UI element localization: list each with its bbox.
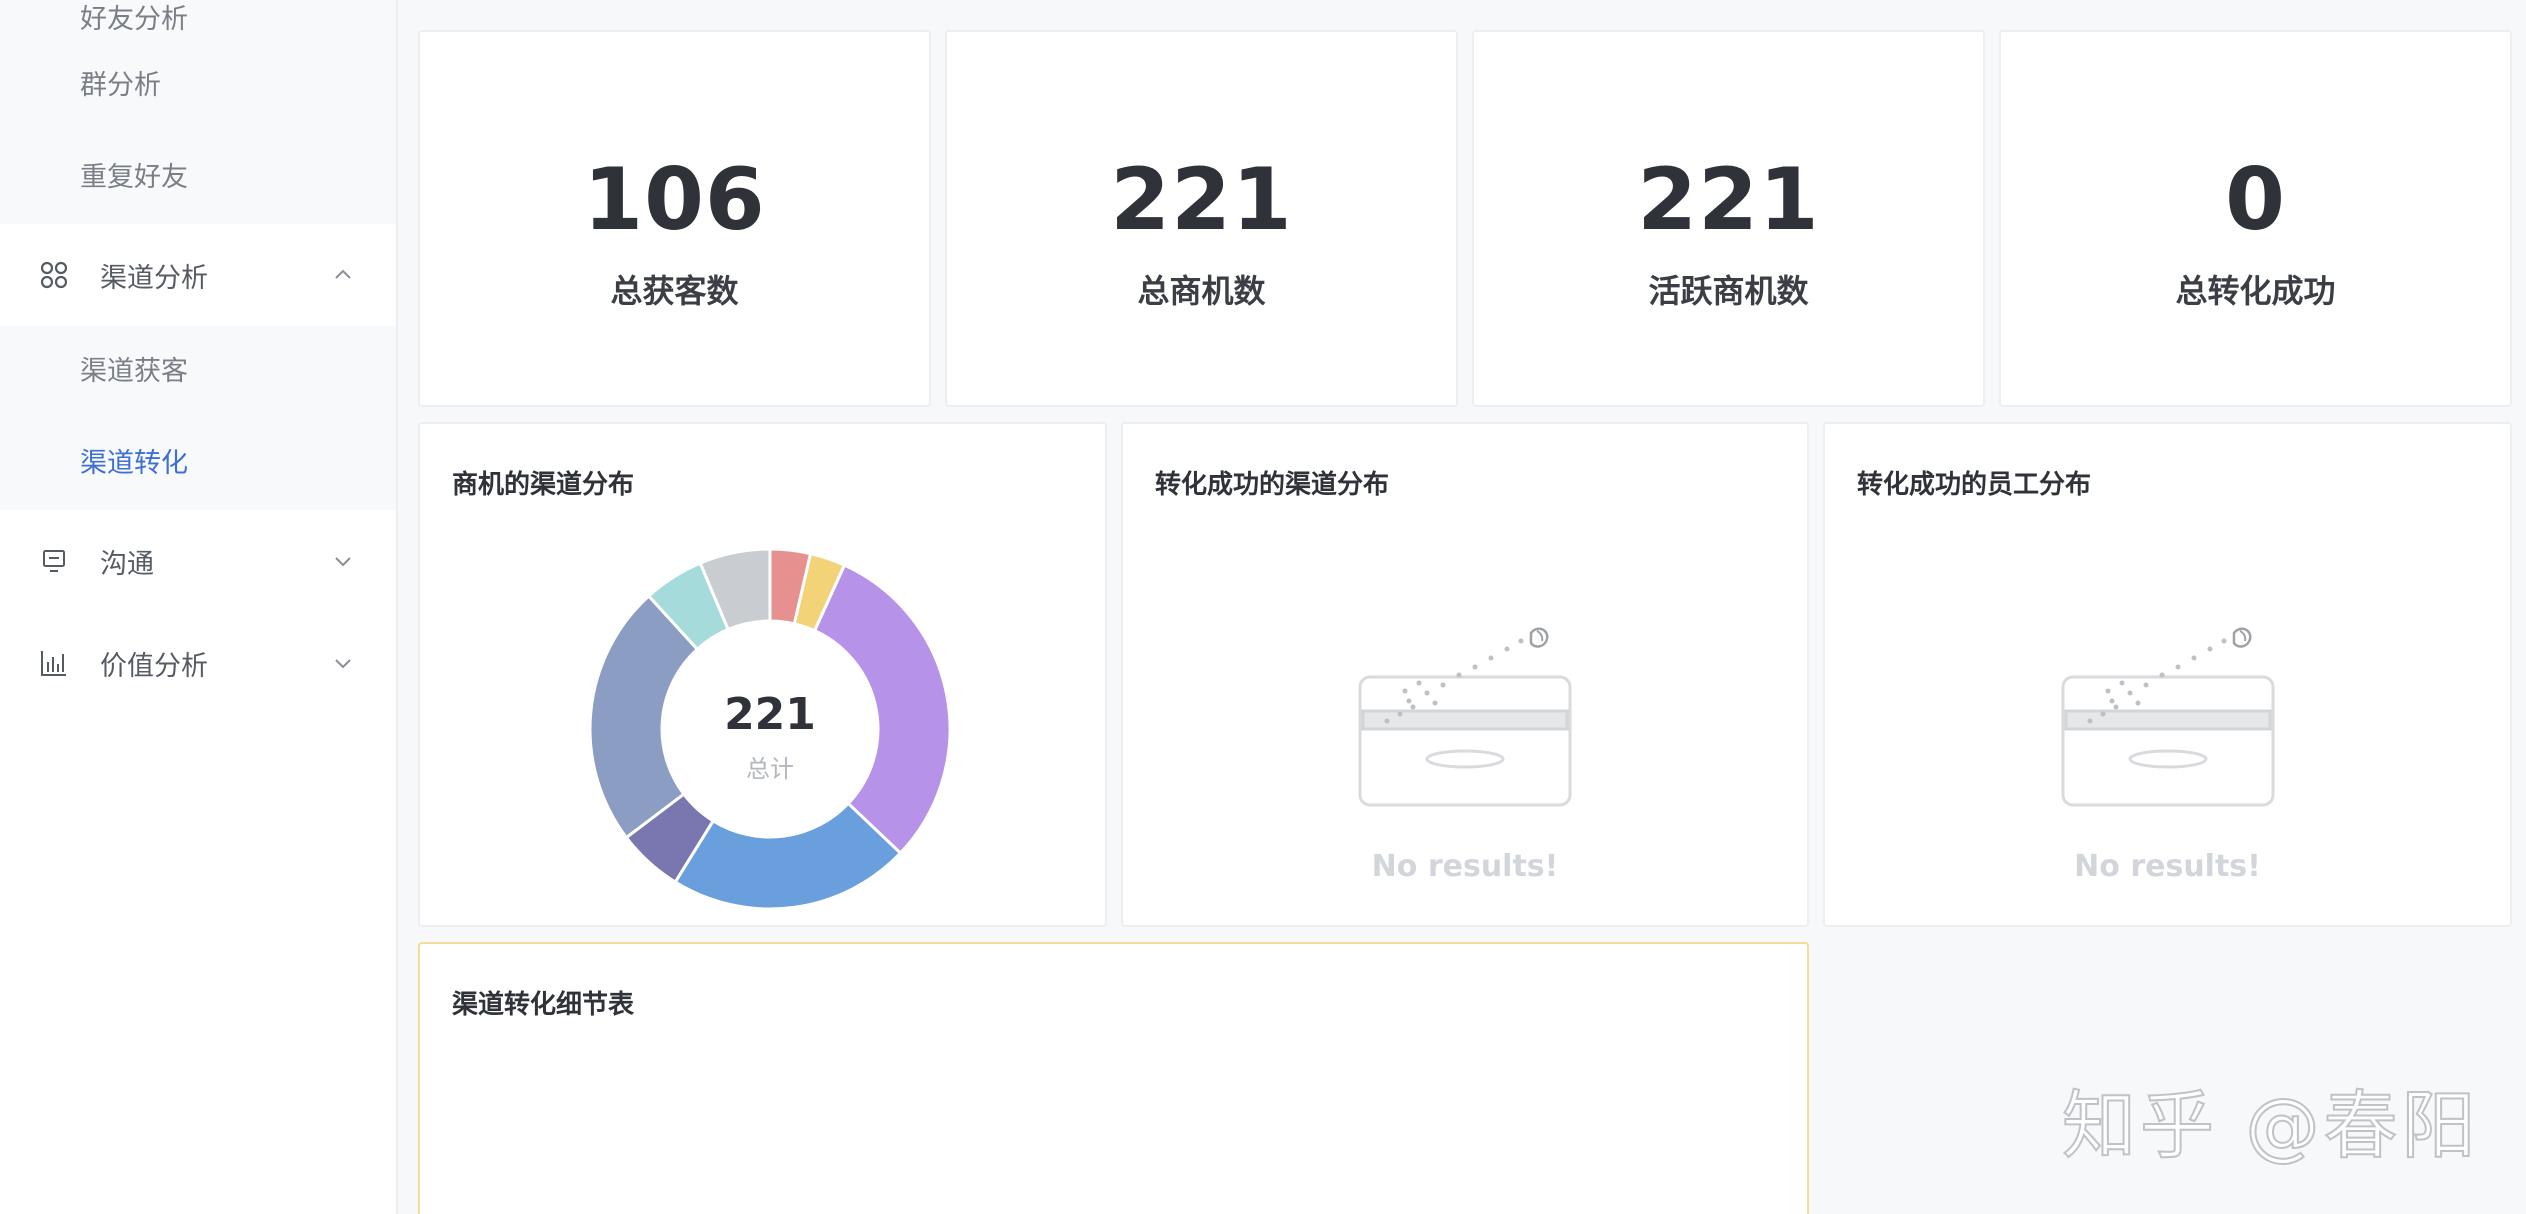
stat-card-total-opportunities: 221 总商机数	[945, 30, 1458, 407]
bar-chart-icon	[38, 647, 70, 679]
stat-label: 总转化成功	[2175, 272, 2336, 310]
stat-label: 活跃商机数	[1648, 272, 1809, 310]
stat-value: 221	[1637, 150, 1820, 250]
sidebar-menu-label: 价值分析	[100, 650, 208, 682]
sidebar-menu-channel-analysis[interactable]: 渠道分析	[0, 224, 396, 326]
panel-title: 转化成功的员工分布	[1857, 470, 2092, 500]
stat-label: 总获客数	[610, 272, 739, 310]
donut-center-label: 总计	[746, 755, 794, 783]
chevron-down-icon[interactable]	[332, 550, 354, 572]
stat-card-active-opportunities: 221 活跃商机数	[1472, 30, 1985, 407]
empty-box-icon	[1358, 627, 1572, 807]
sidebar-item-channel-acquisition[interactable]: 渠道获客	[0, 326, 396, 418]
chevron-down-icon[interactable]	[332, 652, 354, 674]
channel-submenu: 渠道获客 渠道转化	[0, 326, 396, 510]
panel-conversion-detail-table: 渠道转化细节表	[418, 942, 1809, 1214]
empty-text: No results!	[1371, 849, 1559, 884]
stat-card-total-conversions: 0 总转化成功	[1999, 30, 2512, 407]
empty-state: No results!	[1123, 619, 1807, 929]
watermark: 知乎 @春阳	[2061, 1082, 2480, 1170]
friends-submenu: 好友分析 群分析 重复好友	[0, 0, 396, 224]
chevron-up-icon[interactable]	[332, 264, 354, 286]
stat-card-total-customers: 106 总获客数	[418, 30, 931, 407]
sidebar-item-duplicate-friends[interactable]: 重复好友	[0, 132, 396, 224]
donut-center-value: 221	[724, 689, 816, 740]
panel-channel-distribution: 商机的渠道分布 221 总计	[418, 422, 1107, 927]
sidebar-menu-label: 渠道分析	[100, 262, 208, 294]
donut-chart: 221 总计	[580, 539, 960, 919]
panel-title: 渠道转化细节表	[452, 990, 635, 1020]
stat-value: 106	[583, 150, 766, 250]
panel-conversion-staff: 转化成功的员工分布 No results!	[1823, 422, 2512, 927]
stat-value: 221	[1110, 150, 1293, 250]
empty-text: No results!	[2074, 849, 2261, 884]
empty-state: No results!	[1825, 619, 2510, 929]
panel-conversion-channel: 转化成功的渠道分布 No results!	[1121, 422, 1809, 927]
sidebar-item-channel-conversion[interactable]: 渠道转化	[0, 418, 396, 510]
sidebar-menu-value-analysis[interactable]: 价值分析	[0, 612, 396, 714]
app-root: 好友分析 群分析 重复好友 渠道分析 渠道获客 渠道转化 沟通 价值分析 106…	[0, 0, 2526, 1214]
empty-box-icon	[2061, 627, 2274, 807]
monitor-icon	[38, 545, 70, 577]
sidebar: 好友分析 群分析 重复好友 渠道分析 渠道获客 渠道转化 沟通 价值分析	[0, 0, 398, 1214]
panel-title: 转化成功的渠道分布	[1155, 470, 1390, 500]
panel-title: 商机的渠道分布	[452, 470, 635, 500]
stat-value: 0	[2225, 150, 2286, 250]
stat-label: 总商机数	[1137, 272, 1266, 310]
sidebar-item-friend-analysis[interactable]: 好友分析	[0, 0, 396, 40]
command-icon	[38, 259, 70, 291]
sidebar-menu-label: 沟通	[100, 548, 154, 580]
sidebar-menu-communication[interactable]: 沟通	[0, 510, 396, 612]
sidebar-item-group-analysis[interactable]: 群分析	[0, 40, 396, 132]
